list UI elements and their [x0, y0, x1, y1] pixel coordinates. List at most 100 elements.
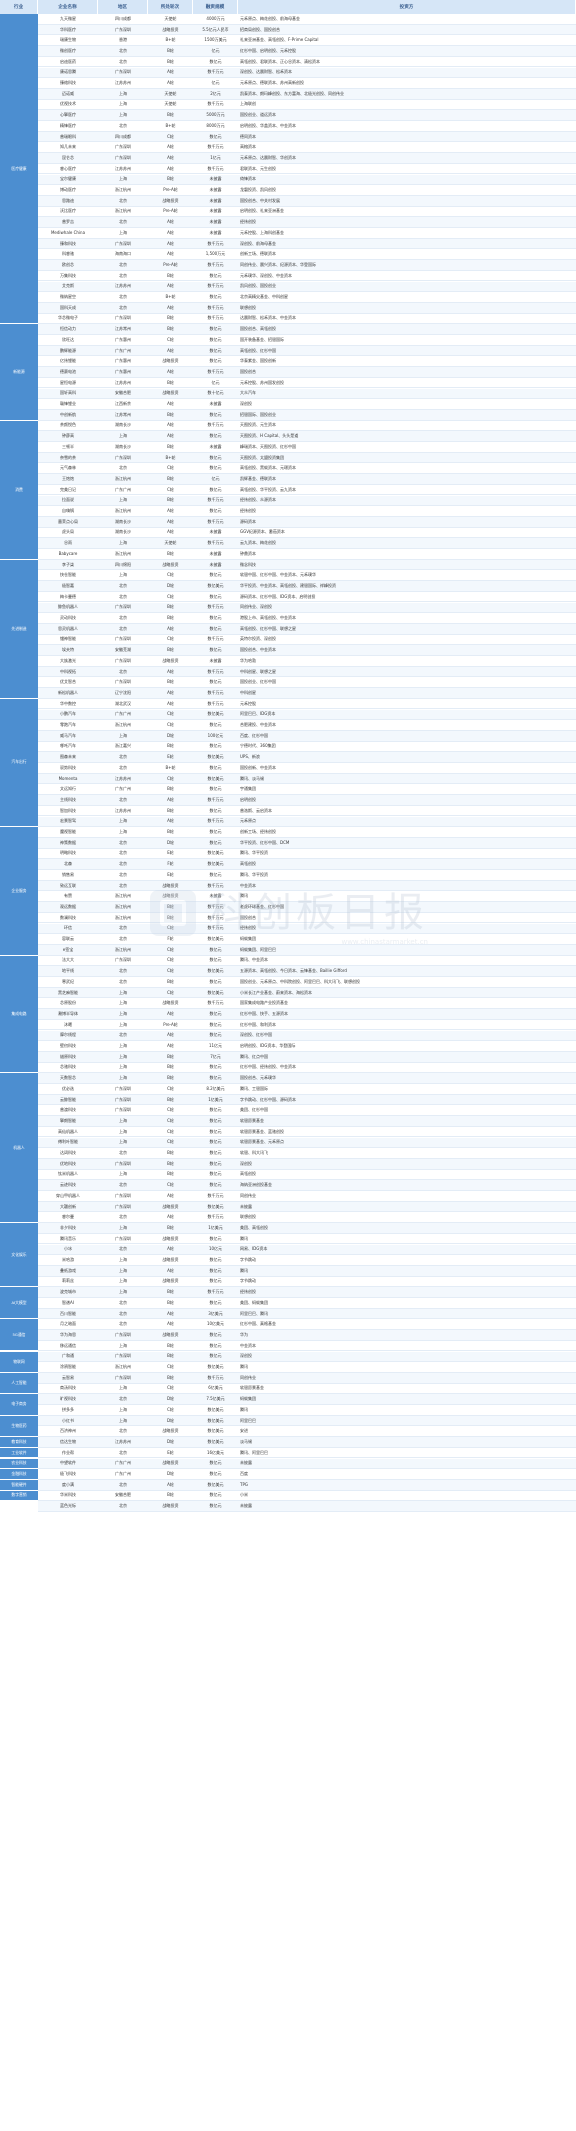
round-cell: B轮 — [167, 786, 174, 792]
investor-cell: 软银愿景基金 — [240, 1117, 264, 1123]
table-row: 王饱饱 浙江杭州 B轮 亿元 凯辉基金、德联资本 — [38, 474, 576, 485]
amount-cell: 数千万元 — [207, 796, 224, 802]
table-row: 自嗨锅 浙江杭州 A轮 数亿元 经纬创投 — [38, 506, 576, 517]
region-cell: 上海 — [119, 497, 127, 503]
company-cell: 沐曦 — [64, 1021, 72, 1027]
investor-cell: 国开装备基金、招银国际 — [240, 336, 284, 342]
company-cell: 智加科技 — [60, 807, 76, 813]
company-cell: e签宝 — [62, 946, 74, 952]
company-cell: 茶颜悦色 — [60, 422, 76, 428]
table-row: 普罗吉 北京 A轮 未披露 经纬创投 — [38, 217, 576, 228]
company-cell: 叠纸游戏 — [60, 1267, 76, 1273]
region-cell: 上海 — [119, 540, 127, 546]
company-cell: 达闼科技 — [60, 1150, 76, 1156]
round-cell: A轮 — [167, 219, 174, 225]
investor-cell: 云九资本、梅花创投 — [240, 540, 276, 546]
amount-cell: 数亿元 — [209, 1492, 222, 1498]
table-row: 钟薛高 上海 A轮 数亿元 天图投资、H Capital、头头是道 — [38, 431, 576, 442]
round-cell: B轮 — [167, 1096, 174, 1102]
investor-cell: 华泰紫金、国投创新 — [240, 358, 276, 364]
amount-cell: 数千万元 — [207, 1374, 224, 1380]
company-cell: 作业帮 — [62, 1449, 74, 1455]
table-row: 百川智能 北京 A轮 3亿美元 阿里巴巴、腾讯 — [38, 1308, 576, 1320]
company-cell: 蓝色光标 — [60, 1503, 76, 1509]
company-cell: 涂鸦智能 — [60, 1364, 76, 1370]
investor-cell: 招商局创投、国投创合 — [240, 26, 280, 32]
amount-cell: 亿元 — [211, 47, 220, 53]
amount-cell: 16亿美元 — [206, 1449, 225, 1455]
company-cell: 三顿半 — [62, 443, 74, 449]
investor-cell: 字节跳动、红杉中国、源码资本 — [240, 1096, 296, 1102]
investor-cell: 深创投 — [240, 1353, 252, 1359]
amount-cell: 数亿元 — [209, 1278, 222, 1284]
company-cell: 极智嘉 — [62, 582, 74, 588]
amount-cell: 数亿元 — [209, 647, 222, 653]
region-cell: 北京 — [119, 1481, 127, 1487]
region-cell: 上海 — [119, 989, 127, 995]
amount-cell: 数千万元 — [207, 69, 224, 75]
amount-cell: 11亿元 — [208, 1043, 223, 1049]
amount-cell: 5000万元 — [206, 112, 225, 118]
investor-cell: 华为 — [240, 1331, 248, 1337]
company-cell: 快仓智能 — [60, 572, 76, 578]
industry-cell: 汽车出行 — [0, 698, 38, 828]
table-row: 臻和科技 广东深圳 A轮 数千万元 深创投、前海母基金 — [38, 238, 576, 250]
investor-cell: 海纳亚洲创投基金 — [240, 1182, 272, 1188]
table-row: 迈诺威 上海 天使轮 2亿元 凯泰资本、朗玛峰创投、东方富海、北极光创投、同创伟业 — [38, 88, 576, 100]
investor-cell: 经纬创投 — [240, 508, 256, 514]
investor-cell: 联想创投 — [240, 1214, 256, 1220]
table-row: 移远通信 上海 B轮 数亿元 中金资本 — [38, 1341, 576, 1352]
region-cell: 上海 — [119, 829, 127, 835]
region-cell: 北京 — [119, 304, 127, 310]
investor-cell: 蚂蚁集团 — [240, 1396, 256, 1402]
region-cell: 湖南长沙 — [115, 422, 131, 428]
round-cell: A轮 — [167, 433, 174, 439]
region-cell: 江苏苏州 — [115, 80, 131, 86]
round-cell: C轮 — [167, 1406, 174, 1412]
company-cell: 北森 — [64, 861, 72, 867]
table-row: 微纳星空 北京 B+轮 数亿元 北京高精尖基金、中科创星 — [38, 292, 576, 303]
amount-cell: 8000万元 — [206, 122, 225, 128]
region-cell: 北京 — [119, 219, 127, 225]
round-cell: A轮 — [167, 1043, 174, 1049]
investor-cell: 红杉中国、启明创投、元禾控股 — [240, 47, 296, 53]
amount-cell: 数亿元 — [209, 326, 222, 332]
company-cell: 博动医疗 — [60, 187, 76, 193]
company-cell: 臻络科技 — [60, 80, 76, 86]
amount-cell: 数亿元 — [209, 58, 222, 64]
amount-cell: 数亿美元 — [207, 775, 224, 781]
region-cell: 江苏常州 — [115, 326, 131, 332]
table-row: 波克城市 上海 B轮 数千万元 经纬创投 — [38, 1287, 576, 1298]
investor-cell: UPS、新浪 — [240, 754, 260, 760]
table-row: 小红书 上海 D轮 数亿美元 阿里巴巴 — [38, 1415, 576, 1427]
amount-cell: 1500万美元 — [204, 37, 227, 43]
round-cell: C轮 — [167, 1385, 174, 1391]
region-cell: 上海 — [119, 1043, 127, 1049]
investor-cell: 软银愿景基金、蓝驰创投 — [240, 1128, 284, 1134]
investor-cell: 元禾原点 — [240, 818, 256, 824]
table-row: 华中数控 湖北武汉 A轮 数千万元 元禾控股 — [38, 699, 576, 710]
round-cell: A轮 — [167, 1321, 174, 1327]
investment-table: 行业 企业名称 地区 所处轮次 融资规模 投资方 医疗健康 新能源 消费 先进制造 汽车出行 企业服… — [0, 0, 576, 2131]
region-cell: 上海 — [119, 1278, 127, 1284]
investor-cell: 元禾原点、梅花创投、前海母基金 — [240, 15, 300, 21]
company-cell: 瀚博半导体 — [58, 1010, 78, 1016]
company-cell: 信达生物 — [60, 1438, 76, 1444]
region-cell: 北京 — [119, 1032, 127, 1038]
company-cell: 广和通 — [62, 1353, 74, 1359]
round-cell: B轮 — [167, 1053, 174, 1059]
table-row: 睿心医疗 江苏苏州 A轮 数千万元 君联资本、元生创投 — [38, 164, 576, 175]
industry-cell: 农业科技 — [0, 1458, 38, 1470]
company-cell: 中望软件 — [60, 1460, 76, 1466]
round-cell: B轮 — [167, 411, 174, 417]
table-row: 优必选 广东深圳 C轮 8.2亿美元 腾讯、工银国际 — [38, 1084, 576, 1095]
industry-cell: 集成电路 — [0, 955, 38, 1074]
round-cell: A轮 — [167, 1010, 174, 1016]
region-cell: 广东深圳 — [115, 1353, 131, 1359]
region-cell: 北京 — [119, 1150, 127, 1156]
round-cell: A轮 — [167, 796, 174, 802]
industry-cell: 企业服务 — [0, 827, 38, 956]
table-row: 米哈游 上海 战略投资 数亿元 字节跳动 — [38, 1255, 576, 1266]
amount-cell: 2亿元 — [210, 90, 221, 96]
investor-cell: 经纬创投、众源资本 — [240, 497, 276, 503]
